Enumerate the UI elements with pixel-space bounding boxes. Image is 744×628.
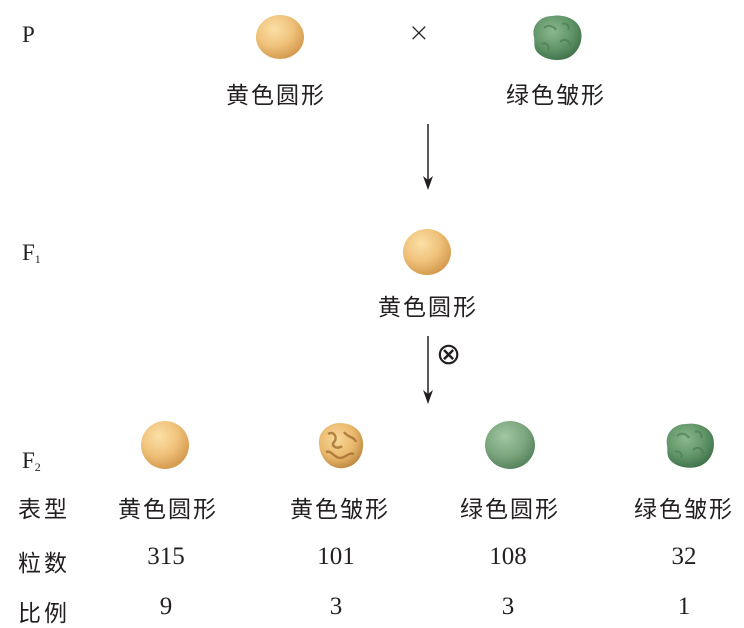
ratio-value: 3 (329, 593, 343, 620)
row-header-phenotype: 表型 (18, 497, 70, 523)
phenotype-label: 黄色圆形 (118, 497, 218, 523)
parent-left-label: 黄色圆形 (226, 83, 326, 109)
generation-f2-label: F2 (22, 448, 41, 474)
ratio-value: 9 (159, 593, 173, 620)
yellow-round-pea-icon (256, 15, 304, 59)
phenotype-label: 绿色皱形 (634, 497, 734, 523)
green-wrinkled-pea-icon (533, 15, 582, 60)
count-value: 108 (489, 543, 527, 570)
count-value: 315 (147, 543, 185, 570)
generation-f1-label: F1 (22, 240, 41, 266)
count-value: 101 (317, 543, 355, 570)
green-wrinkled-pea-icon (666, 423, 714, 468)
f1-label: 黄色圆形 (378, 295, 478, 321)
cross-symbol: × (408, 18, 430, 48)
ratio-value: 3 (501, 593, 515, 620)
self-symbol: ⊗ (436, 337, 462, 372)
ratio-value: 1 (677, 593, 691, 620)
green-round-pea-icon (485, 421, 535, 469)
parent-right-label: 绿色皱形 (506, 83, 606, 109)
phenotype-label: 黄色皱形 (290, 497, 390, 523)
count-value: 32 (671, 543, 697, 570)
arrow-p-to-f1 (423, 124, 433, 190)
generation-p-label: P (22, 22, 35, 47)
yellow-wrinkled-pea-icon (318, 423, 364, 469)
yellow-round-pea-icon (141, 421, 189, 469)
row-header-ratio: 比例 (18, 601, 70, 627)
row-header-count: 粒数 (18, 551, 70, 577)
yellow-round-pea-icon (403, 229, 451, 275)
phenotype-label: 绿色圆形 (460, 497, 560, 523)
